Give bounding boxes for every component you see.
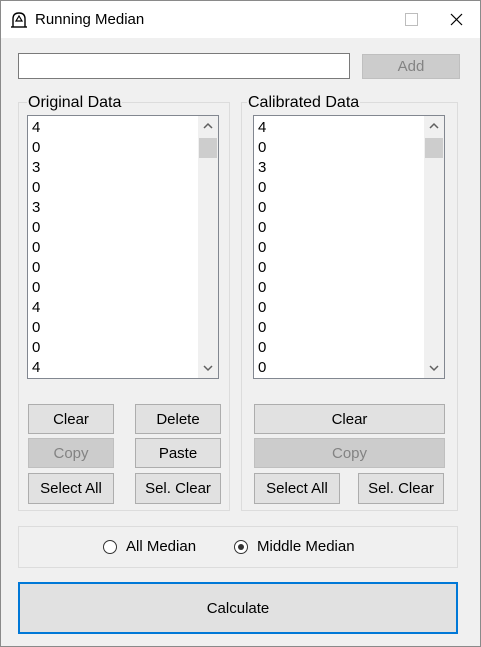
list-item[interactable]: 0 [32,278,40,298]
maximize-icon [405,13,418,26]
list-item[interactable]: 0 [32,258,40,278]
list-item[interactable]: 0 [258,138,266,158]
list-item[interactable]: 0 [258,238,266,258]
calibrated-sel-clear-button[interactable]: Sel. Clear [358,473,444,504]
list-item[interactable]: 0 [258,358,266,378]
calculate-button[interactable]: Calculate [18,582,458,634]
original-scrollbar[interactable] [198,116,218,378]
calibrated-data-items: 4030000000000 [258,118,266,378]
paste-button[interactable]: Paste [135,438,221,468]
list-item[interactable]: 0 [258,298,266,318]
list-item[interactable]: 3 [32,158,40,178]
middle-median-radio[interactable]: Middle Median [234,538,355,555]
original-data-title: Original Data [27,94,123,112]
title-bar[interactable]: Running Median [1,1,480,38]
list-item[interactable]: 3 [32,198,40,218]
scroll-thumb[interactable] [199,138,217,158]
all-median-radio[interactable]: All Median [103,538,196,555]
calibrated-copy-button[interactable]: Copy [254,438,445,468]
list-item[interactable]: 4 [32,358,40,378]
original-sel-clear-button[interactable]: Sel. Clear [135,473,221,504]
scroll-down-icon[interactable] [198,358,218,378]
list-item[interactable]: 0 [32,138,40,158]
scroll-down-icon[interactable] [424,358,444,378]
list-item[interactable]: 0 [258,278,266,298]
original-select-all-button[interactable]: Select All [28,473,114,504]
list-item[interactable]: 3 [258,158,266,178]
middle-median-label: Middle Median [257,538,355,555]
calibrated-data-list[interactable]: 4030000000000 [253,115,445,379]
add-button[interactable]: Add [362,54,460,79]
calibrated-clear-button[interactable]: Clear [254,404,445,434]
list-item[interactable]: 0 [258,178,266,198]
list-item[interactable]: 0 [32,318,40,338]
delete-button[interactable]: Delete [135,404,221,434]
scroll-up-icon[interactable] [424,116,444,136]
list-item[interactable]: 4 [32,298,40,318]
scroll-thumb[interactable] [425,138,443,158]
list-item[interactable]: 0 [258,198,266,218]
original-data-items: 4030300004004 [32,118,40,378]
calibrated-select-all-button[interactable]: Select All [254,473,340,504]
mode-radio-group: All Median Middle Median [18,526,458,568]
list-item[interactable]: 0 [32,238,40,258]
original-data-list[interactable]: 4030300004004 [27,115,219,379]
app-window: Running Median Add Original Data 4030300… [0,0,481,647]
calibrated-data-title: Calibrated Data [247,94,361,112]
window-title: Running Median [35,11,145,28]
radio-circle-icon[interactable] [103,539,117,554]
list-item[interactable]: 0 [32,218,40,238]
close-icon [450,13,463,26]
maximize-button[interactable] [388,1,434,38]
all-median-label: All Median [126,538,197,555]
app-icon [11,12,27,28]
minimize-button[interactable] [342,1,388,38]
value-input[interactable] [18,53,350,79]
list-item[interactable]: 4 [32,118,40,138]
original-clear-button[interactable]: Clear [28,404,114,434]
list-item[interactable]: 0 [258,338,266,358]
original-copy-button[interactable]: Copy [28,438,114,468]
scroll-up-icon[interactable] [198,116,218,136]
radio-circle-icon[interactable] [234,539,248,554]
list-item[interactable]: 0 [258,218,266,238]
close-button[interactable] [434,1,480,38]
calibrated-scrollbar[interactable] [424,116,444,378]
list-item[interactable]: 0 [258,318,266,338]
list-item[interactable]: 4 [258,118,266,138]
list-item[interactable]: 0 [258,258,266,278]
list-item[interactable]: 0 [32,178,40,198]
list-item[interactable]: 0 [32,338,40,358]
